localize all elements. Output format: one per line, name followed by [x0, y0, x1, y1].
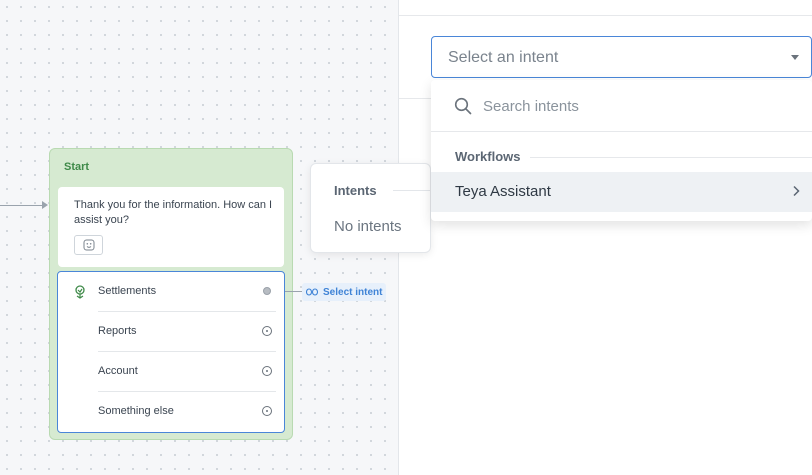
choice-item[interactable]: Account — [58, 352, 284, 392]
group-label-workflows: Workflows — [455, 149, 521, 164]
intent-dropdown-menu: Workflows Teya Assistant — [431, 80, 812, 221]
choice-label: Account — [98, 365, 138, 377]
choice-item[interactable]: Settlements — [58, 272, 284, 312]
choice-label: Reports — [98, 325, 137, 337]
branch-icon — [75, 285, 85, 299]
choice-port[interactable] — [262, 406, 272, 416]
intent-select-placeholder: Select an intent — [448, 49, 559, 66]
choice-item[interactable]: Reports — [58, 312, 284, 352]
start-block-title: Start — [64, 161, 90, 173]
intents-popover-title: Intents — [334, 183, 377, 198]
incoming-connector — [0, 205, 44, 206]
intent-search-row — [431, 80, 812, 132]
choice-list: Settlements Reports Account Something el… — [57, 271, 285, 433]
intents-popover: Intents No intents — [310, 163, 433, 253]
outgoing-connector — [285, 291, 303, 292]
intents-popover-divider — [393, 190, 433, 191]
link-icon — [306, 288, 318, 296]
select-intent-tag[interactable]: Select intent — [302, 283, 387, 301]
message-text: Thank you for the information. How can I… — [74, 199, 273, 226]
choice-port[interactable] — [262, 326, 272, 336]
panel-divider-top — [399, 15, 812, 16]
emoji-icon — [83, 239, 94, 251]
intent-search-input[interactable] — [483, 94, 783, 118]
incoming-connector-arrow — [42, 201, 48, 209]
group-divider — [530, 157, 812, 158]
message-action-button[interactable] — [74, 235, 103, 255]
choice-port[interactable] — [262, 366, 272, 376]
intent-option-label: Teya Assistant — [455, 183, 551, 200]
chevron-right-icon — [793, 185, 800, 197]
caret-down-icon — [791, 55, 799, 60]
search-icon — [454, 97, 472, 115]
message-card[interactable]: Thank you for the information. How can I… — [58, 187, 284, 267]
choice-label: Settlements — [98, 285, 157, 297]
start-block[interactable]: Start Thank you for the information. How… — [49, 148, 293, 440]
choice-port[interactable] — [263, 287, 271, 295]
intent-option[interactable]: Teya Assistant — [431, 172, 812, 212]
intents-empty-text: No intents — [334, 218, 402, 235]
choice-label: Something else — [98, 405, 174, 417]
choice-item[interactable]: Something else — [58, 392, 284, 432]
select-intent-label: Select intent — [323, 286, 383, 298]
intent-select[interactable]: Select an intent — [431, 36, 812, 78]
